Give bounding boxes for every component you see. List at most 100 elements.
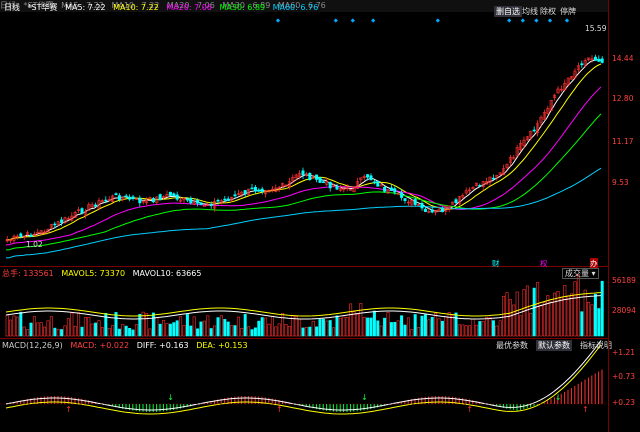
volume-header: 总手: 133561 MAVOL5: 73370 MAVOL10: 63665	[2, 268, 206, 280]
volume-bar	[158, 323, 162, 337]
volume-bar	[471, 318, 475, 337]
volume-bar	[342, 316, 346, 337]
volume-bar	[70, 312, 74, 337]
volume-bar	[56, 329, 60, 337]
volume-bar	[151, 312, 155, 337]
candle-body	[430, 209, 434, 213]
candle-body	[315, 174, 319, 180]
volume-bar	[267, 323, 271, 337]
marker-finance[interactable]: 财	[492, 258, 500, 269]
volume-bar	[502, 295, 506, 337]
candle-body	[151, 198, 155, 203]
default-params-button[interactable]: 默认参数	[536, 340, 572, 351]
volume-bar	[155, 316, 159, 337]
candlestick-chart[interactable]: ↑ ↓ ↑ ↓ ↑ ↓ ↑	[0, 0, 608, 432]
volume-bar	[131, 329, 135, 337]
volume-bar	[461, 324, 465, 337]
volume-bar	[396, 320, 400, 337]
ma20-line	[5, 86, 602, 246]
volume-bar	[485, 316, 489, 337]
candle-body	[199, 202, 203, 206]
candle-body	[158, 194, 162, 201]
marker-rights[interactable]: 权	[540, 258, 548, 269]
volume-bar	[423, 314, 427, 337]
volume-bar	[219, 315, 223, 337]
candle-body	[308, 172, 312, 181]
volume-bar	[573, 281, 577, 337]
sell-arrow-icon: ↑	[276, 405, 283, 414]
candle-body	[257, 189, 261, 192]
volume-bar	[393, 321, 397, 337]
divider	[0, 338, 608, 339]
volume-bar	[563, 285, 567, 337]
volume-bar	[80, 326, 84, 337]
signal-diamond-icon	[534, 18, 539, 23]
volume-bar	[148, 328, 152, 337]
low-price-label: 1.02	[26, 240, 43, 249]
candle-body	[196, 199, 200, 204]
axis-label: 56189	[612, 276, 636, 285]
candle-body	[597, 58, 601, 62]
buy-arrow-icon: ↓	[555, 393, 562, 402]
volume-bar	[536, 282, 540, 337]
volume-bar	[389, 322, 393, 337]
candle-body	[403, 198, 407, 201]
volume-bar	[376, 320, 380, 337]
volume-bar	[430, 317, 434, 337]
macd-params-label[interactable]: MACD(12,26,9)	[2, 341, 63, 350]
candle-body	[53, 223, 57, 226]
volume-bar	[165, 323, 169, 337]
signal-diamond-icon	[350, 18, 355, 23]
candle-body	[393, 188, 397, 193]
volume-bar	[420, 315, 424, 337]
axis-label: +0.73	[612, 372, 635, 381]
volume-bar	[349, 303, 353, 337]
candle-body	[168, 191, 172, 196]
volume-bar	[287, 325, 291, 337]
volume-bar	[250, 329, 254, 337]
volume-bar	[192, 316, 196, 337]
volume-bar	[189, 325, 193, 337]
best-params-button[interactable]: 最优参数	[494, 340, 530, 351]
volume-bar	[417, 327, 421, 337]
volume-bar	[90, 323, 94, 337]
sell-arrow-icon: ↑	[582, 405, 589, 414]
volume-bar	[566, 295, 570, 337]
candle-body	[104, 199, 108, 202]
volume-bar	[498, 320, 502, 337]
volume-bar	[233, 325, 237, 337]
volume-bar	[9, 319, 13, 337]
volume-bar	[539, 305, 543, 337]
volume-bar	[172, 322, 176, 337]
candle-body	[124, 195, 128, 198]
candle-body	[366, 174, 370, 178]
volume-bar	[403, 324, 407, 337]
volume-bar	[26, 329, 30, 337]
volume-bar	[202, 320, 206, 337]
candle-body	[114, 193, 118, 196]
volume-bar	[213, 325, 217, 337]
total-volume-label: 总手: 133561	[2, 269, 54, 278]
volume-bar	[464, 325, 468, 337]
volume-bar	[206, 315, 210, 337]
candle-body	[260, 188, 264, 192]
volume-bar	[529, 312, 533, 337]
dea-value-label: DEA: +0.153	[196, 341, 248, 350]
volume-bar	[525, 285, 529, 337]
candle-body	[440, 208, 444, 213]
candle-body	[420, 202, 424, 209]
macd-value-label: MACD: +0.022	[70, 341, 130, 350]
volume-bar	[138, 313, 142, 337]
candle-body	[138, 197, 142, 204]
volume-bar	[570, 293, 574, 337]
axis-label: +0.23	[612, 398, 635, 407]
price-axis	[608, 0, 640, 432]
volume-bar	[240, 328, 244, 337]
volume-bar	[128, 328, 132, 337]
volume-bar	[362, 316, 366, 337]
volume-bar	[87, 316, 91, 337]
volume-bar	[386, 312, 390, 337]
indicator-dropdown[interactable]: 成交量 ▾	[562, 268, 599, 279]
volume-bar	[328, 320, 332, 337]
volume-bar	[410, 329, 414, 337]
